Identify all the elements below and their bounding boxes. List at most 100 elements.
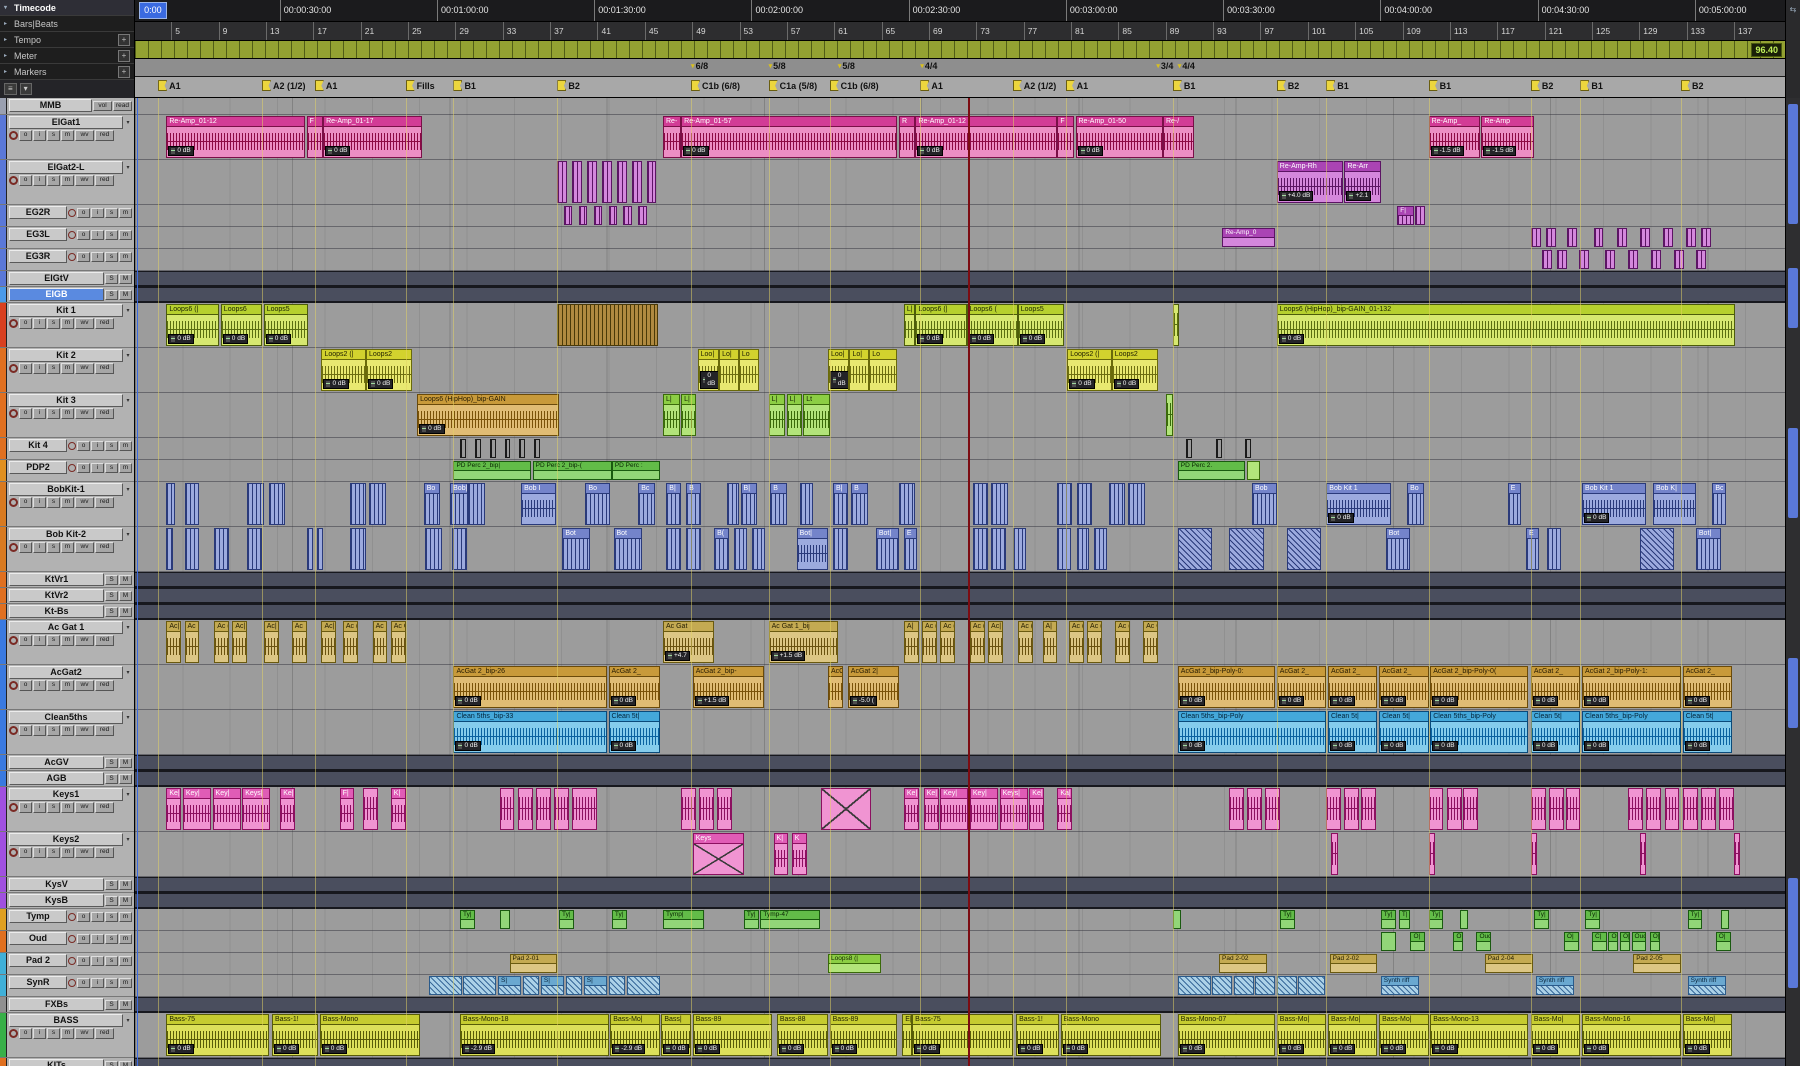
audio-clip[interactable] [505,439,511,458]
record-enable-button[interactable] [9,681,18,690]
track-view-selector[interactable]: wv [75,802,94,813]
audio-clip[interactable]: Ty| [559,910,574,929]
mute-button[interactable]: M [119,1000,132,1010]
audio-clip[interactable] [833,528,848,570]
mute-button[interactable]: M [119,607,132,617]
track-button-m[interactable]: m [61,497,74,508]
audio-clip[interactable] [717,788,732,830]
audio-clip[interactable]: S| [498,976,521,995]
audio-clip[interactable] [973,483,988,525]
audio-clip[interactable]: Re-Amp_01-170 dB [323,116,422,158]
audio-clip[interactable]: Bob Kit 10 dB [1582,483,1646,525]
track-name[interactable]: MMB [9,99,92,112]
track-name[interactable]: EG2R [9,206,67,219]
audio-clip[interactable]: Ac ( [343,621,358,663]
track-options-icon[interactable]: ▾ [124,624,132,631]
audio-clip[interactable] [1463,788,1478,830]
ruler-scroll-icon[interactable]: ⇆ [1785,0,1800,98]
audio-clip[interactable]: Pad 2-02 [1219,954,1267,973]
track-options-icon[interactable]: ▾ [124,119,132,126]
audio-clip[interactable] [519,439,525,458]
audio-clip[interactable] [1013,528,1026,570]
audio-clip[interactable]: Ac ( [373,621,388,663]
track-button-i[interactable]: i [33,725,46,736]
audio-clip[interactable] [247,528,262,570]
audio-clip[interactable]: Pad 2-01 [510,954,558,973]
meter-ruler[interactable]: ▾6/8▾5/8▾5/8▾4/4▾3/4▾4/4 [135,59,1785,77]
audio-clip[interactable] [1628,788,1643,830]
automation-read-button[interactable]: red [95,363,114,374]
audio-clip[interactable] [1128,483,1145,525]
track-button-o[interactable]: o [19,130,32,141]
track-button-o[interactable]: o [19,802,32,813]
track-button-s[interactable]: s [47,847,60,858]
track-button-m[interactable]: m [61,408,74,419]
audio-clip[interactable]: T| [1399,910,1411,929]
audio-clip[interactable]: Loops2 (|0 dB [1067,349,1112,391]
audio-clip[interactable] [1216,439,1222,458]
audio-clip[interactable]: Ke| [166,788,181,830]
track-button-m[interactable]: m [61,1028,74,1039]
add-meter-button[interactable]: + [118,50,130,62]
track-button-s[interactable]: s [105,463,118,473]
audio-clip[interactable] [1579,250,1589,269]
audio-clip[interactable] [1178,528,1213,570]
audio-clip[interactable]: AcGat 2|-5.0 ( [848,666,899,708]
audio-clip[interactable] [638,206,646,225]
track-name[interactable]: AcGV [9,756,104,769]
audio-clip[interactable]: Re- [663,116,681,158]
audio-clip[interactable]: B| [666,483,681,525]
track-view-selector[interactable]: wv [75,130,94,141]
track-name[interactable]: EG3L [9,228,67,241]
track-lane-elgat1[interactable]: Re-Amp_01-120 dBFRe-Amp_01-170 dBRe-Re-A… [135,115,1785,160]
audio-clip[interactable]: Key| [970,788,998,830]
track-button-m[interactable]: m [119,230,132,240]
track-lane-elgat2-l[interactable]: Re-Amp-Rh+4.0 dBRe-Arr+2.1 [135,160,1785,205]
audio-clip[interactable]: Clean 5t|0 dB [1379,711,1429,753]
audio-clip[interactable] [800,483,813,525]
automation-read-button[interactable]: red [95,847,114,858]
audio-clip[interactable]: Bass-Mono0 dB [1061,1014,1162,1056]
audio-clip[interactable] [363,788,378,830]
audio-clip[interactable] [1077,528,1089,570]
audio-clip[interactable] [1696,250,1706,269]
audio-clip[interactable] [1298,976,1324,995]
track-name[interactable]: Tymp [9,910,67,923]
track-lane-bobkit-1[interactable]: BoBob|Bob IBoBcB|BB|BB|BBobBob Kit 10 dB… [135,482,1785,527]
audio-clip[interactable] [991,483,1008,525]
track-button-i[interactable]: i [91,956,104,966]
audio-clip[interactable]: Ac C [1143,621,1158,663]
automation-read-button[interactable]: red [95,802,114,813]
audio-clip[interactable]: Bot [614,528,642,570]
audio-clip[interactable]: R [899,116,916,158]
audio-clip[interactable]: Ac ( [185,621,200,663]
audio-clip[interactable]: Ac ( [1018,621,1033,663]
audio-clip[interactable]: Ac Gat 1_bij+1.5 dB [769,621,838,663]
track-button-i[interactable]: i [91,252,104,262]
mute-button[interactable]: M [119,896,132,906]
record-enable-button[interactable] [68,231,76,239]
track-button-o[interactable]: o [77,956,90,966]
track-options-icon[interactable]: ▾ [124,836,132,843]
track-name[interactable]: Kit 4 [9,439,67,452]
track-button-s[interactable]: s [47,497,60,508]
meter-change[interactable]: ▾4/4 [1178,61,1195,71]
audio-clip[interactable] [269,483,286,525]
audio-clip[interactable] [1077,483,1092,525]
audio-clip[interactable] [1701,228,1711,247]
track-button-s[interactable]: s [105,956,118,966]
track-name[interactable]: Kt-Bs [9,605,104,618]
meter-change[interactable]: ▾5/8 [838,61,855,71]
audio-clip[interactable] [1663,228,1673,247]
bars-ruler[interactable]: 5913172125293337414549535761656973778185… [135,22,1785,41]
audio-clip[interactable] [247,483,264,525]
track-view-selector[interactable]: wv [75,363,94,374]
audio-clip[interactable]: Bass|0 dB [661,1014,691,1056]
audio-clip[interactable] [350,528,367,570]
audio-clip[interactable]: O| [1620,932,1630,951]
audio-clip[interactable] [1173,910,1181,929]
audio-clip[interactable]: Re-Amp_-1.5 dB [1429,116,1480,158]
track-button-o[interactable]: o [77,978,90,988]
audio-clip[interactable]: Bass-880 dB [777,1014,828,1056]
audio-clip[interactable] [557,304,658,346]
